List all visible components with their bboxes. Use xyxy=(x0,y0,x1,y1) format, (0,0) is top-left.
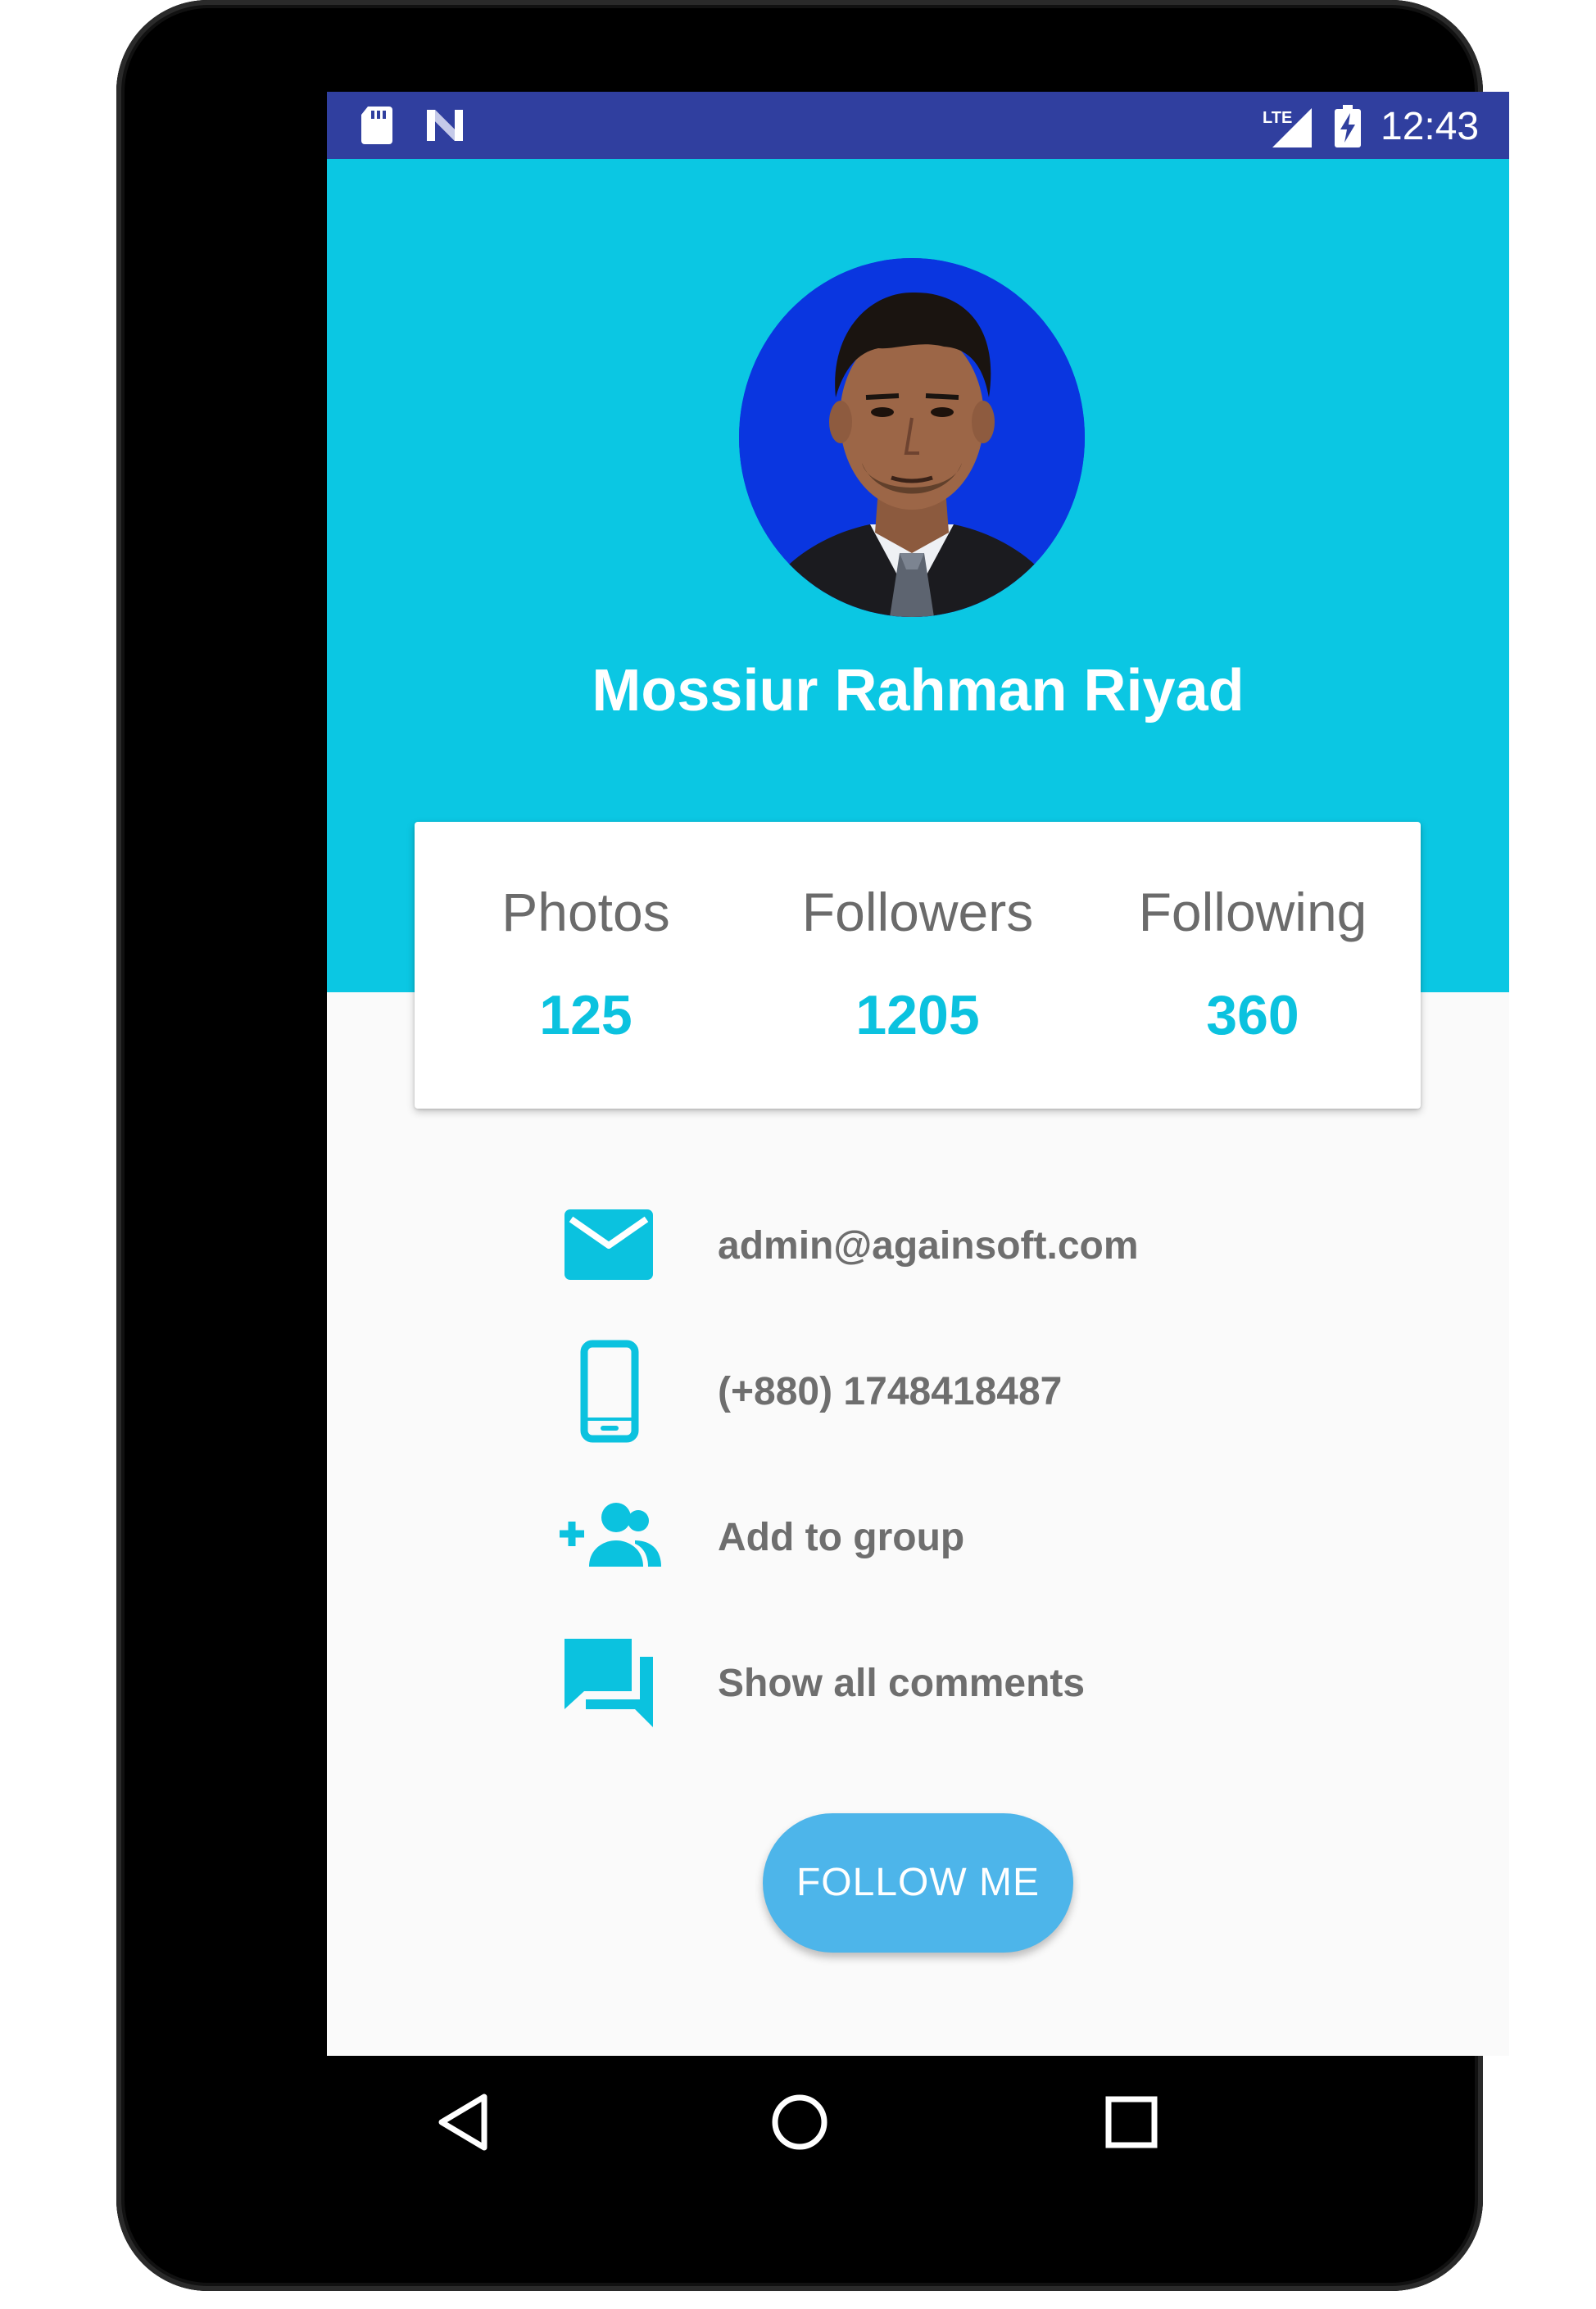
n-logo-icon xyxy=(427,110,463,141)
recents-icon[interactable] xyxy=(1095,2085,1168,2159)
add-group-text: Add to group xyxy=(718,1516,965,1559)
app-screen: LTE 12:43 Mossiur Rahman Riyad Photos 12… xyxy=(327,92,1509,2056)
comments-icon xyxy=(564,1639,653,1727)
status-bar: LTE 12:43 xyxy=(327,92,1509,159)
stat-photos[interactable]: Photos 125 xyxy=(418,822,754,1109)
profile-avatar[interactable] xyxy=(739,258,1085,617)
battery-charging-icon xyxy=(1335,105,1361,147)
back-icon[interactable] xyxy=(430,2085,504,2159)
phone-text: (+880) 1748418487 xyxy=(718,1370,1063,1413)
stat-value: 360 xyxy=(1206,984,1299,1046)
profile-name: Mossiur Rahman Riyad xyxy=(592,658,1245,724)
phone-row[interactable]: (+880) 1748418487 xyxy=(556,1339,1294,1445)
tablet-frame: LTE 12:43 Mossiur Rahman Riyad Photos 12… xyxy=(116,0,1509,2291)
comments-row[interactable]: Show all comments xyxy=(556,1631,1294,1737)
svg-text:LTE: LTE xyxy=(1263,109,1292,127)
add-group-row[interactable]: Add to group xyxy=(556,1485,1294,1591)
add-group-icon xyxy=(560,1503,661,1567)
home-icon[interactable] xyxy=(763,2085,837,2159)
email-row[interactable]: admin@againsoft.com xyxy=(556,1193,1294,1300)
email-text: admin@againsoft.com xyxy=(718,1224,1139,1268)
status-clock: 12:43 xyxy=(1381,105,1480,148)
stat-label: Photos xyxy=(501,882,670,942)
stats-card: Photos 125 Followers 1205 Following 360 xyxy=(415,822,1421,1109)
stat-following[interactable]: Following 360 xyxy=(1085,822,1421,1109)
lte-signal-icon: LTE xyxy=(1263,108,1312,147)
avatar-portrait xyxy=(739,258,1085,617)
sd-card-icon xyxy=(361,107,392,144)
stat-value: 1205 xyxy=(855,984,980,1046)
email-icon xyxy=(564,1209,653,1280)
stat-value: 125 xyxy=(539,984,633,1046)
stat-label: Following xyxy=(1138,882,1367,942)
stat-followers[interactable]: Followers 1205 xyxy=(750,822,1086,1109)
stat-label: Followers xyxy=(801,882,1034,942)
follow-me-button[interactable]: FOLLOW ME xyxy=(763,1813,1073,1953)
comments-text: Show all comments xyxy=(718,1662,1086,1705)
phone-icon xyxy=(580,1340,639,1443)
